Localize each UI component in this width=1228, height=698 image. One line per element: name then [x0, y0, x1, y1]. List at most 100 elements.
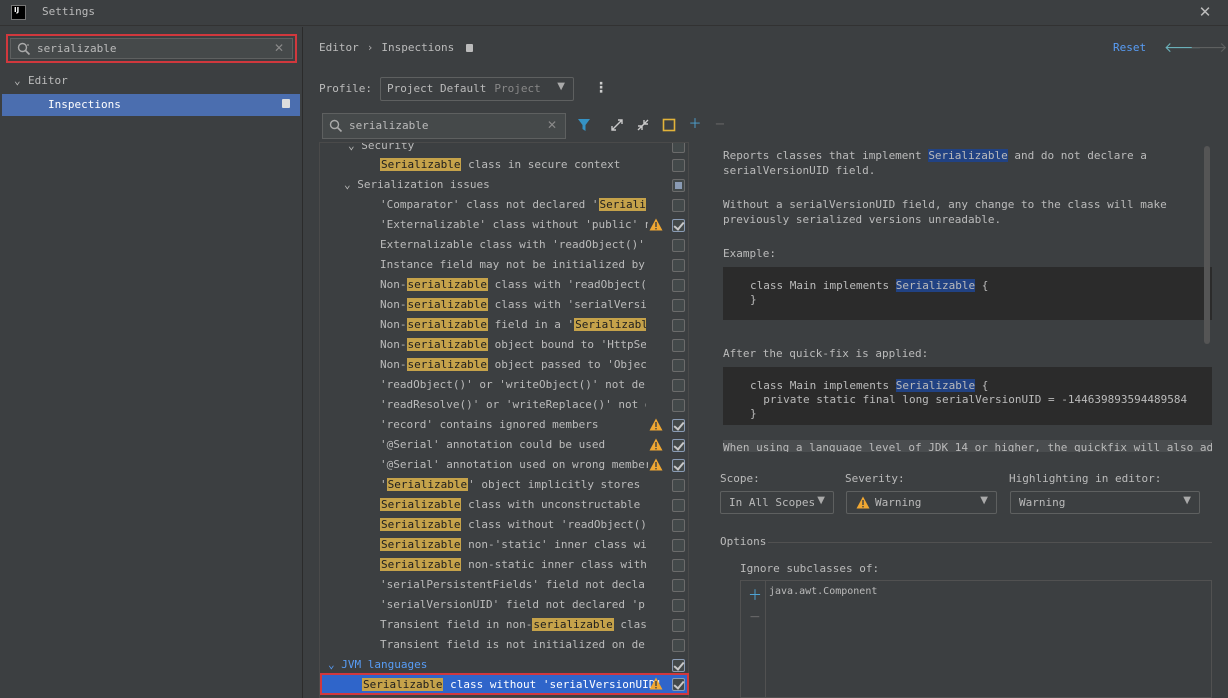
chevron-down-icon[interactable]: ⌄ — [348, 143, 361, 152]
tree-row-label: Instance field may not be initialized by… — [380, 258, 646, 271]
match-highlight: Serializable — [380, 158, 462, 171]
tree-checkbox[interactable] — [672, 339, 685, 352]
profile-dropdown[interactable]: Project Default Project ▼ — [380, 77, 574, 101]
forward-arrow-icon[interactable]: 🡒 — [1190, 39, 1228, 56]
tree-row[interactable]: Serializable class in secure context — [320, 155, 688, 175]
tree-row[interactable]: Instance field may not be initialized by… — [320, 255, 688, 275]
expand-all-icon[interactable] — [609, 117, 625, 133]
tree-checkbox[interactable] — [672, 619, 685, 632]
tree-group-jvm-languages[interactable]: ⌄ JVM languages — [320, 655, 688, 675]
tree-row[interactable]: Non-serializable class with 'serialVersi… — [320, 295, 688, 315]
chevron-down-icon[interactable]: ⌄ — [14, 74, 28, 87]
tree-row[interactable]: Serializable non-static inner class with… — [320, 555, 688, 575]
tree-row[interactable]: '@Serial' annotation could be used — [320, 435, 688, 455]
tree-row-label: Serializable non-static inner class with… — [380, 558, 646, 571]
tree-checkbox[interactable] — [672, 639, 685, 652]
nav-item-editor[interactable]: ⌄ Editor — [14, 74, 294, 92]
ignore-subclasses-list: ＋ − java.awt.Component — [740, 580, 1212, 698]
tree-checkbox[interactable] — [672, 519, 685, 532]
inspection-search-input[interactable]: serializable ✕ — [322, 113, 566, 139]
tree-row-label: Serializable class without 'readObject()… — [380, 518, 646, 531]
tree-row[interactable]: Externalizable class with 'readObject()'… — [320, 235, 688, 255]
warning-icon — [649, 677, 663, 690]
tree-checkbox[interactable] — [672, 579, 685, 592]
tree-row[interactable]: Transient field in non-serializable clas… — [320, 615, 688, 635]
scope-dropdown[interactable]: In All Scopes ▼ — [720, 491, 834, 514]
tree-row[interactable]: Non-serializable object bound to 'HttpSe… — [320, 335, 688, 355]
tree-row[interactable]: Non-serializable object passed to 'Objec… — [320, 355, 688, 375]
nav-item-inspections[interactable]: Inspections — [2, 94, 300, 116]
filter-icon[interactable] — [576, 117, 592, 133]
tree-row[interactable]: 'serialVersionUID' field not declared 'p… — [320, 595, 688, 615]
tree-row[interactable]: Serializable non-'static' inner class wi… — [320, 535, 688, 555]
settings-search-input[interactable]: serializable ✕ — [10, 38, 293, 59]
tree-row[interactable]: 'Serializable' object implicitly stores … — [320, 475, 688, 495]
tree-row[interactable]: Transient field is not initialized on de… — [320, 635, 688, 655]
tree-row[interactable]: 'readResolve()' or 'writeReplace()' not … — [320, 395, 688, 415]
tree-row-label: Transient field in non-serializable clas… — [380, 618, 646, 631]
tree-checkbox[interactable] — [672, 419, 685, 432]
tree-checkbox[interactable] — [672, 599, 685, 612]
warning-icon — [649, 218, 663, 231]
scope-value: In All Scopes — [729, 496, 816, 509]
scope-label: Scope: — [720, 472, 760, 485]
tree-checkbox[interactable] — [672, 239, 685, 252]
list-item[interactable]: java.awt.Component — [769, 586, 877, 597]
tree-checkbox[interactable] — [672, 259, 685, 272]
severity-dropdown[interactable]: Warning ▼ — [846, 491, 997, 514]
tree-row[interactable]: '@Serial' annotation used on wrong membe… — [320, 455, 688, 475]
collapse-all-icon[interactable] — [635, 117, 651, 133]
more-options-icon[interactable]: ⋮ — [594, 80, 608, 96]
chevron-down-icon[interactable]: ⌄ — [328, 658, 341, 671]
reset-to-default-icon[interactable] — [661, 117, 677, 133]
tree-row[interactable]: Serializable class with unconstructable … — [320, 495, 688, 515]
tree-checkbox[interactable] — [672, 439, 685, 452]
tree-checkbox[interactable] — [672, 143, 685, 153]
nav-item-inspections-label: Inspections — [48, 98, 121, 111]
match-highlight: serializable — [406, 358, 488, 371]
tree-checkbox[interactable] — [672, 179, 685, 192]
tree-row[interactable]: 'readObject()' or 'writeObject()' not de… — [320, 375, 688, 395]
tree-checkbox[interactable] — [672, 219, 685, 232]
tree-row[interactable]: 'record' contains ignored members — [320, 415, 688, 435]
reset-link[interactable]: Reset — [1113, 41, 1146, 54]
add-icon[interactable]: ＋ — [748, 585, 762, 605]
tree-row[interactable]: 'Externalizable' class without 'public' … — [320, 215, 688, 235]
tree-checkbox[interactable] — [672, 359, 685, 372]
tree-checkbox[interactable] — [672, 279, 685, 292]
tree-checkbox[interactable] — [672, 399, 685, 412]
remove-icon[interactable]: − — [749, 609, 761, 625]
tree-row[interactable]: Serializable class without 'readObject()… — [320, 515, 688, 535]
tree-checkbox[interactable] — [672, 199, 685, 212]
profile-scope: Project — [494, 82, 541, 95]
selected-inspection-row[interactable]: Serializable class without 'serialVersio… — [320, 673, 689, 695]
add-icon[interactable]: ＋ — [687, 117, 703, 133]
clear-search-icon[interactable]: ✕ — [547, 118, 557, 132]
tree-checkbox[interactable] — [672, 319, 685, 332]
after-fix-label: After the quick-fix is applied: — [723, 347, 929, 360]
tree-checkbox[interactable] — [672, 539, 685, 552]
tree-checkbox[interactable] — [672, 479, 685, 492]
tree-group-serialization[interactable]: ⌄ Serialization issues — [320, 175, 688, 195]
tree-checkbox[interactable] — [672, 459, 685, 472]
tree-checkbox[interactable] — [672, 499, 685, 512]
tree-group-security[interactable]: ⌄ Security — [320, 142, 688, 156]
close-icon[interactable]: ✕ — [1196, 2, 1214, 22]
remove-icon[interactable]: − — [712, 117, 728, 133]
tree-row[interactable]: Non-serializable field in a 'Serializabl… — [320, 315, 688, 335]
tree-checkbox[interactable] — [672, 159, 685, 172]
tree-checkbox[interactable] — [672, 379, 685, 392]
tree-row[interactable]: 'Comparator' class not declared 'Seriali… — [320, 195, 688, 215]
highlighting-dropdown[interactable]: Warning ▼ — [1010, 491, 1200, 514]
tree-checkbox[interactable] — [672, 678, 685, 691]
tree-checkbox[interactable] — [672, 299, 685, 312]
description-scrollbar[interactable] — [1204, 146, 1210, 344]
tree-row[interactable]: Non-serializable class with 'readObject(… — [320, 275, 688, 295]
tree-checkbox[interactable] — [672, 659, 685, 672]
tree-checkbox[interactable] — [672, 559, 685, 572]
chevron-down-icon[interactable]: ⌄ — [344, 178, 357, 191]
code-after-fix: class Main implements Serializable { pri… — [723, 367, 1212, 425]
tree-row[interactable]: 'serialPersistentFields' field not decla… — [320, 575, 688, 595]
clear-search-icon[interactable]: ✕ — [274, 41, 284, 55]
tree-group-label: Security — [361, 142, 415, 152]
